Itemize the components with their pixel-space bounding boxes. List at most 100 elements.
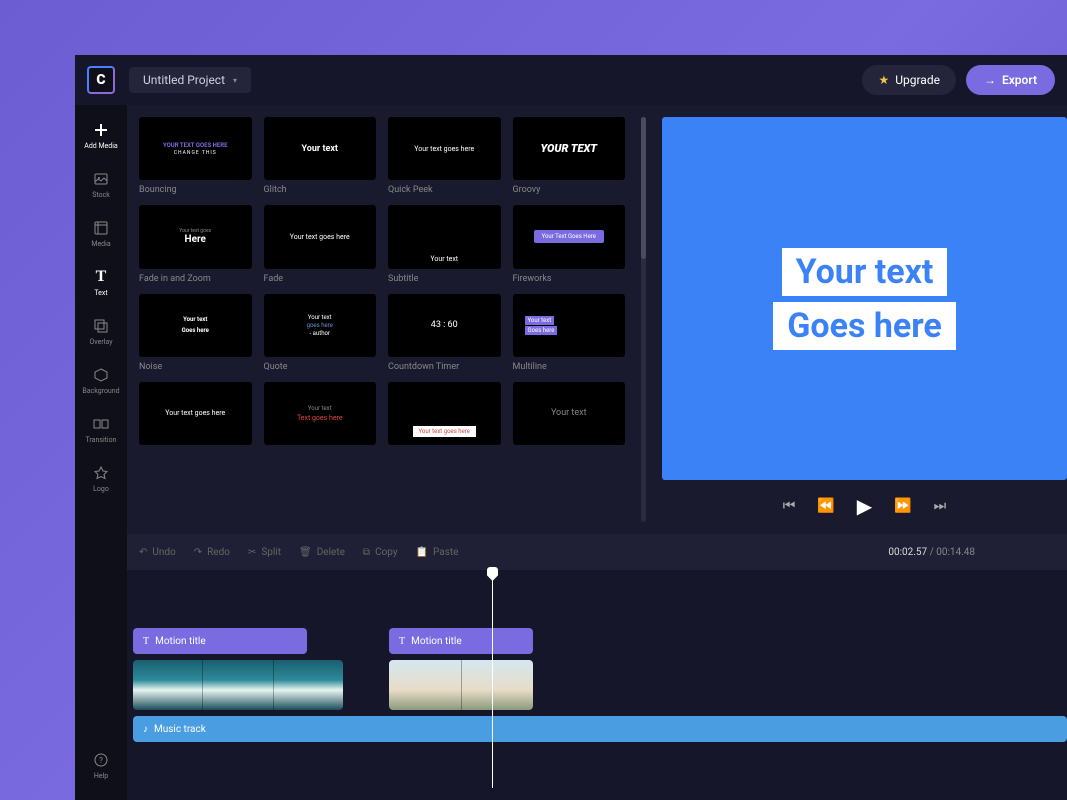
video-clip-2[interactable]: [389, 660, 533, 710]
app-logo[interactable]: C: [87, 66, 115, 94]
playhead[interactable]: [492, 570, 493, 788]
template-label: Subtitle: [388, 274, 501, 284]
nav-media[interactable]: Media: [77, 211, 125, 256]
template-thumb: 43 : 60: [388, 294, 501, 357]
nav-label: Media: [91, 240, 110, 248]
copy-button[interactable]: ⧉Copy: [363, 547, 398, 558]
time-display: 00:02.57 / 00:14.48: [888, 547, 975, 558]
preview-text-line1: Your text: [782, 248, 948, 296]
split-button[interactable]: ✂Split: [248, 547, 281, 558]
template-label: Fireworks: [513, 274, 626, 284]
undo-button[interactable]: ↶Undo: [139, 547, 176, 558]
template-label: Groovy: [513, 185, 626, 195]
template-library: YOUR TEXT GOES HERECHANGE THIS Bouncing …: [127, 105, 637, 534]
scrollbar-thumb[interactable]: [641, 117, 646, 259]
stock-icon: [92, 170, 110, 188]
content-area: YOUR TEXT GOES HERECHANGE THIS Bouncing …: [127, 105, 1067, 800]
upgrade-button[interactable]: ★ Upgrade: [862, 65, 956, 95]
template-item[interactable]: Your text: [513, 382, 626, 450]
nav-label: Overlay: [89, 338, 112, 346]
template-thumb: Your text: [513, 382, 626, 445]
template-subtitle[interactable]: Your text Subtitle: [388, 205, 501, 283]
forward-icon[interactable]: ⏩: [894, 498, 911, 514]
paste-button[interactable]: 📋Paste: [416, 547, 459, 558]
template-item[interactable]: Your text goes here: [139, 382, 252, 450]
project-title[interactable]: Untitled Project ▾: [129, 67, 251, 93]
clip-label: Motion title: [155, 636, 206, 647]
redo-button[interactable]: ↷Redo: [194, 547, 230, 558]
upgrade-label: Upgrade: [895, 73, 940, 87]
nav-label: Add Media: [84, 142, 117, 150]
music-clip[interactable]: ♪ Music track: [133, 716, 1067, 742]
template-thumb: Your textGoes here: [513, 294, 626, 357]
template-thumb: Your text: [264, 117, 377, 180]
timeline[interactable]: T Motion title T Motion title: [127, 570, 1067, 800]
title-clip-1[interactable]: T Motion title: [133, 628, 307, 654]
template-thumb: YOUR TEXT GOES HERECHANGE THIS: [139, 117, 252, 180]
nav-transition[interactable]: Transition: [77, 407, 125, 452]
star-icon: ★: [878, 73, 889, 87]
template-multiline[interactable]: Your textGoes here Multiline: [513, 294, 626, 372]
template-quick-peek[interactable]: Your text goes here Quick Peek: [388, 117, 501, 195]
clip-label: Music track: [154, 724, 206, 735]
template-label: Bouncing: [139, 185, 252, 195]
text-icon: T: [399, 636, 405, 647]
preview-area: Your text Goes here ⏮ ⏪ ▶ ⏩ ⏭: [650, 105, 1067, 534]
template-groovy[interactable]: YOUR TEXT Groovy: [513, 117, 626, 195]
skip-start-icon[interactable]: ⏮: [783, 498, 796, 514]
template-bouncing[interactable]: YOUR TEXT GOES HERECHANGE THIS Bouncing: [139, 117, 252, 195]
background-icon: [92, 366, 110, 384]
play-icon[interactable]: ▶: [857, 494, 872, 518]
template-glitch[interactable]: Your text Glitch: [264, 117, 377, 195]
template-item[interactable]: Your textText goes here: [264, 382, 377, 450]
project-title-text: Untitled Project: [143, 73, 225, 87]
delete-button[interactable]: 🗑Delete: [299, 547, 345, 558]
template-countdown[interactable]: 43 : 60 Countdown Timer: [388, 294, 501, 372]
text-icon: T: [92, 268, 110, 286]
template-thumb: Your text goes here: [388, 117, 501, 180]
template-fireworks[interactable]: Your Text Goes Here Fireworks: [513, 205, 626, 283]
template-label: Fade: [264, 274, 377, 284]
template-label: Glitch: [264, 185, 377, 195]
template-quote[interactable]: Your textgoes here- author Quote: [264, 294, 377, 372]
nav-add-media[interactable]: Add Media: [77, 113, 125, 158]
preview-canvas[interactable]: Your text Goes here: [662, 117, 1067, 480]
title-clip-2[interactable]: T Motion title: [389, 628, 533, 654]
redo-icon: ↷: [194, 547, 202, 558]
logo-icon: [92, 464, 110, 482]
nav-label: Background: [82, 387, 119, 395]
export-button[interactable]: → Export: [966, 65, 1055, 95]
template-fade-zoom[interactable]: Your text goesHere Fade in and Zoom: [139, 205, 252, 283]
nav-help[interactable]: ? Help: [77, 743, 125, 788]
text-icon: T: [143, 636, 149, 647]
skip-end-icon[interactable]: ⏭: [934, 498, 947, 514]
nav-label: Transition: [86, 436, 117, 444]
template-label: Quote: [264, 362, 377, 372]
video-frame: [389, 660, 461, 710]
nav-text[interactable]: T Text: [77, 260, 125, 305]
panels: YOUR TEXT GOES HERECHANGE THIS Bouncing …: [127, 105, 1067, 534]
template-noise[interactable]: Your textGoes here Noise: [139, 294, 252, 372]
help-icon: ?: [92, 751, 110, 769]
template-item[interactable]: Your text goes here: [388, 382, 501, 450]
nav-label: Help: [94, 772, 108, 780]
template-thumb: Your Text Goes Here: [513, 205, 626, 268]
template-thumb: Your text goes here: [264, 205, 377, 268]
nav-stock[interactable]: Stock: [77, 162, 125, 207]
template-fade[interactable]: Your text goes here Fade: [264, 205, 377, 283]
nav-logo[interactable]: Logo: [77, 456, 125, 501]
library-scrollbar[interactable]: [641, 117, 646, 522]
nav-label: Text: [94, 289, 107, 297]
nav-background[interactable]: Background: [77, 358, 125, 403]
video-clip-1[interactable]: [133, 660, 343, 710]
template-thumb: Your text goes here: [388, 382, 501, 445]
media-icon: [92, 219, 110, 237]
undo-icon: ↶: [139, 547, 147, 558]
template-thumb: Your text goesHere: [139, 205, 252, 268]
rewind-icon[interactable]: ⏪: [817, 498, 834, 514]
export-label: Export: [1002, 73, 1037, 87]
nav-overlay[interactable]: Overlay: [77, 309, 125, 354]
template-label: Multiline: [513, 362, 626, 372]
edit-toolbar: ↶Undo ↷Redo ✂Split 🗑Delete ⧉Copy 📋Paste …: [127, 534, 1067, 570]
copy-icon: ⧉: [363, 547, 370, 558]
